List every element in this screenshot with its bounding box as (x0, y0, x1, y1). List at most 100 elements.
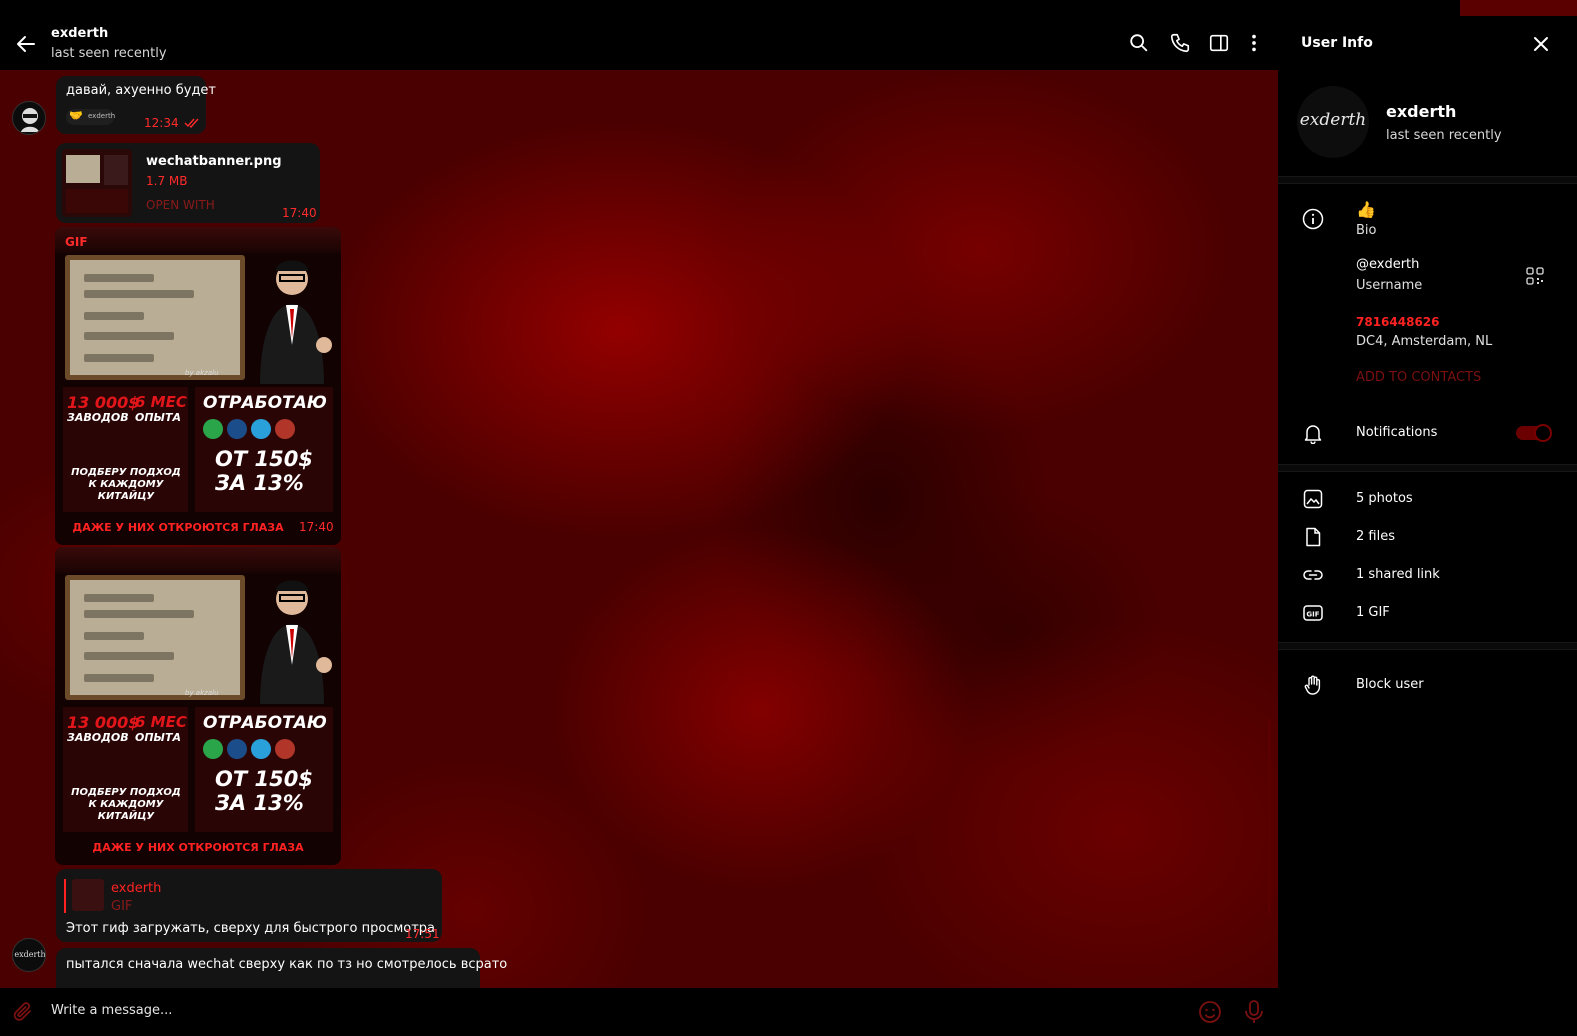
reaction-user: exderth (88, 112, 116, 120)
open-with-link[interactable]: OPEN WITH (146, 198, 215, 212)
gif-badge: GIF (65, 235, 88, 249)
banner-work: ОТРАБОТАЮ (203, 713, 327, 733)
shared-photos-item[interactable]: 5 photos (1356, 491, 1413, 506)
qr-code-icon[interactable] (1526, 267, 1544, 285)
svg-text:GIF: GIF (1306, 611, 1319, 619)
section-divider (1278, 176, 1577, 184)
banner-percent: ЗА 13% (215, 791, 304, 815)
telegram-window: exderth last seen recently давай, ахуенн… (0, 0, 1577, 1036)
sidebar-toggle-icon[interactable] (1208, 32, 1230, 54)
profile-avatar[interactable]: exderth (1297, 86, 1369, 158)
notifications-toggle[interactable] (1516, 424, 1552, 442)
gif-icon: GIF (1303, 605, 1323, 621)
back-arrow-icon[interactable] (14, 32, 38, 56)
section-divider (1278, 464, 1577, 472)
stat-amount: 13 000$ (67, 713, 140, 732)
message-time: 17:40 (282, 206, 317, 220)
username-label: Username (1356, 278, 1423, 293)
app-icons (203, 739, 323, 761)
banner-signature: by akzalu (185, 369, 219, 377)
gif-message[interactable]: by akzalu 13 000$ ЗАВОДОВ 6 МЕС ОПЫТА ПО… (55, 547, 341, 865)
username-value[interactable]: @exderth (1356, 257, 1419, 272)
banner-offer: ОТРАБОТАЮ ОТ 150$ ЗА 13% (195, 387, 333, 512)
file-size: 1.7 MB (146, 174, 188, 188)
presenter-image (260, 580, 332, 704)
emoji-icon[interactable] (1198, 1000, 1222, 1024)
reaction-chip[interactable]: 🤝 exderth (66, 109, 116, 125)
chat-area: exderth last seen recently давай, ахуенн… (0, 0, 1278, 1036)
block-user-button[interactable]: Block user (1356, 677, 1424, 692)
shared-files-item[interactable]: 2 files (1356, 529, 1395, 544)
message-composer: Write a message... (0, 988, 1278, 1036)
file-icon (1306, 527, 1321, 547)
section-divider (1278, 642, 1577, 650)
banner-offer: ОТРАБОТАЮ ОТ 150$ ЗА 13% (195, 707, 333, 832)
double-check-icon (184, 118, 199, 128)
banner-percent: ЗА 13% (215, 471, 304, 495)
message-bubble[interactable]: пытался сначала wechat сверху как по тз … (56, 948, 507, 988)
stat-label: ЗАВОДОВ (67, 731, 129, 744)
message-text: пытался сначала wechat сверху как по тз … (66, 957, 508, 972)
avatar-logo: exderth (14, 950, 46, 959)
message-bubble[interactable]: давай, ахуенно будет 🤝 exderth 12:34 (56, 76, 216, 134)
link-icon (1303, 570, 1323, 580)
datacenter-label: DC4, Amsterdam, NL (1356, 334, 1493, 349)
bell-icon (1304, 425, 1322, 444)
presenter-image (260, 260, 332, 384)
message-time: 17:40 (299, 520, 334, 534)
microphone-icon[interactable] (1243, 999, 1265, 1025)
reply-message[interactable]: exderth GIF Этот гиф загружать, сверху д… (56, 869, 442, 942)
banner-caption: ДАЖЕ У НИХ ОТКРОЮТСЯ ГЛАЗА (92, 841, 304, 854)
file-thumbnail[interactable] (62, 149, 132, 217)
stat-label: ОПЫТА (135, 731, 181, 744)
banner-price: ОТ 150$ (215, 447, 313, 471)
peer-avatar[interactable]: exderth (12, 938, 46, 972)
message-time: 12:34 (144, 116, 179, 130)
file-message[interactable]: wechatbanner.png 1.7 MB OPEN WITH 17:40 (56, 143, 320, 223)
notifications-label: Notifications (1356, 425, 1438, 440)
reply-thumbnail (72, 879, 104, 911)
message-time: 17:51 (405, 927, 440, 941)
search-icon[interactable] (1128, 32, 1150, 54)
more-vertical-icon[interactable] (1243, 32, 1265, 54)
window-controls[interactable] (1460, 0, 1577, 16)
paperclip-icon[interactable] (12, 1000, 34, 1024)
bio-label: Bio (1356, 223, 1377, 238)
panel-title: User Info (1301, 35, 1373, 51)
gif-message[interactable]: GIF by akzalu 13 000$ ЗАВОДОВ 6 МЕС ОПЫТ… (55, 227, 341, 545)
add-to-contacts-button[interactable]: ADD TO CONTACTS (1356, 370, 1481, 385)
profile-avatar-logo: exderth (1299, 110, 1367, 130)
reply-author[interactable]: exderth (111, 881, 161, 896)
banner-stats: 13 000$ ЗАВОДОВ 6 МЕС ОПЫТА ПОДБЕРУ ПОДХ… (63, 387, 188, 512)
stat-amount: 6 МЕС (135, 713, 187, 731)
shared-links-item[interactable]: 1 shared link (1356, 567, 1440, 582)
info-icon (1302, 208, 1324, 230)
chat-board-image (65, 255, 245, 380)
message-text: давай, ахуенно будет (66, 83, 217, 98)
shared-gifs-item[interactable]: 1 GIF (1356, 605, 1390, 620)
app-icons (203, 419, 323, 441)
reply-bar (64, 879, 66, 913)
phone-icon[interactable] (1169, 32, 1191, 54)
close-icon[interactable] (1530, 33, 1552, 55)
banner-work: ОТРАБОТАЮ (203, 393, 327, 413)
photo-icon (1303, 489, 1323, 509)
profile-status: last seen recently (1386, 128, 1502, 143)
hand-stop-icon (1304, 675, 1321, 695)
message-input[interactable]: Write a message... (51, 1003, 172, 1018)
banner-approach: ПОДБЕРУ ПОДХОД К КАЖДОМУ КИТАЙЦУ (71, 787, 181, 822)
peer-name[interactable]: exderth (51, 26, 108, 41)
file-name: wechatbanner.png (146, 154, 282, 169)
peer-avatar[interactable] (12, 101, 46, 135)
stat-amount: 13 000$ (67, 393, 140, 412)
handshake-icon: 🤝 (69, 109, 83, 122)
reply-type: GIF (111, 899, 133, 914)
peer-status: last seen recently (51, 46, 167, 61)
user-id-value[interactable]: 7816448626 (1356, 315, 1440, 329)
stat-label: ЗАВОДОВ (67, 411, 129, 424)
banner-stats: 13 000$ ЗАВОДОВ 6 МЕС ОПЫТА ПОДБЕРУ ПОДХ… (63, 707, 188, 832)
stat-label: ОПЫТА (135, 411, 181, 424)
chat-header: exderth last seen recently (0, 0, 1278, 70)
chat-scrollbar[interactable] (1268, 720, 1271, 915)
banner-price: ОТ 150$ (215, 767, 313, 791)
